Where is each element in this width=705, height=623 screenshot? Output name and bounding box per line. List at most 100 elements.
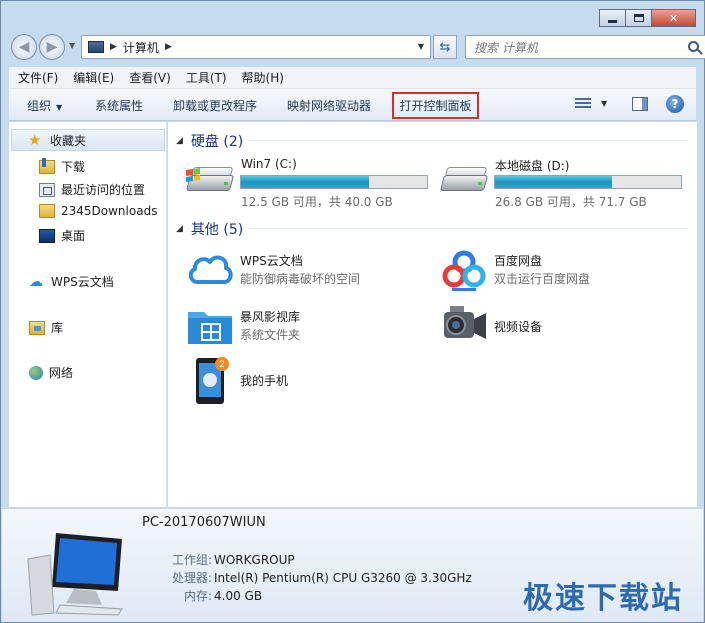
item-subtitle: 能防御病毒破坏的空间 <box>240 272 361 286</box>
map-network-drive-button[interactable]: 映射网络驱动器 <box>287 97 371 114</box>
collapse-triangle-icon: ◢ <box>176 136 183 146</box>
desktop-icon <box>39 228 55 243</box>
phone-badge: 2 <box>219 360 225 370</box>
details-pane: PC-20170607WIUN 工作组: WORKGROUP 处理器: Intel(… <box>2 508 703 622</box>
explorer-window: ✕ ◀ ▶ ▼ ▶ 计算机 ▶ ▼ ⇆ 搜索 计算机 文件(F) 编辑(E) 查… <box>0 0 705 623</box>
menu-view[interactable]: 查看(V) <box>120 69 177 86</box>
item-name: 百度网盘 <box>494 254 543 268</box>
menu-file[interactable]: 文件(F) <box>9 69 64 86</box>
drive-free-space: 12.5 GB 可用，共 40.0 GB <box>241 195 393 209</box>
sidebar-item-network[interactable]: 网络 <box>29 364 73 381</box>
computer-name: PC-20170607WIUN <box>142 515 266 530</box>
refresh-icon: ⇆ <box>439 39 451 55</box>
group-header-others[interactable]: ◢ 其他 (5) <box>176 219 243 239</box>
processor-row: 处理器: Intel(R) Pentium(R) CPU G3260 @ 3.30… <box>167 569 472 586</box>
sidebar-item-libraries[interactable]: 库 <box>29 319 63 336</box>
command-bar: 组织 ▼ 系统属性 卸载或更改程序 映射网络驱动器 打开控制面板 ▼ ? <box>9 89 696 121</box>
back-button[interactable]: ◀ <box>11 34 37 60</box>
group-header-label: 其他 (5) <box>190 222 244 238</box>
watermark-logo: 极速下载站 <box>523 581 683 616</box>
collapse-triangle-icon: ◢ <box>176 224 183 234</box>
group-header-hard-disks[interactable]: ◢ 硬盘 (2) <box>176 131 243 151</box>
breadcrumb-computer[interactable]: 计算机 <box>123 39 159 56</box>
drive-usage-bar <box>240 175 428 189</box>
item-my-phone[interactable]: 2 我的手机 <box>186 356 436 404</box>
drive-usage-bar <box>494 175 682 189</box>
organize-label: 组织 <box>27 99 52 113</box>
computer-icon <box>27 533 123 616</box>
sidebar-item-label: 下载 <box>61 160 86 174</box>
downloads-folder-icon <box>39 157 55 174</box>
recent-places-icon <box>39 182 55 197</box>
item-wps-cloud[interactable]: WPS云文档 能防御病毒破坏的空间 <box>186 246 436 294</box>
sidebar-item-recent-places[interactable]: 最近访问的位置 <box>39 181 145 198</box>
menu-bar: 文件(F) 编辑(E) 查看(V) 工具(T) 帮助(H) <box>9 67 696 89</box>
uninstall-program-button[interactable]: 卸载或更改程序 <box>173 97 257 114</box>
change-view-icon[interactable] <box>575 98 591 111</box>
open-control-panel-label: 打开控制面板 <box>399 99 472 113</box>
help-icon[interactable]: ? <box>666 95 684 113</box>
breadcrumb-chevron-icon[interactable]: ▶ <box>110 42 117 52</box>
item-baofeng-library[interactable]: 暴风影视库 系统文件夹 <box>186 302 436 350</box>
preview-pane-icon[interactable] <box>632 97 648 111</box>
menu-help[interactable]: 帮助(H) <box>233 69 290 86</box>
item-video-device[interactable]: 视频设备 <box>440 302 690 350</box>
network-icon <box>29 365 43 380</box>
wps-cloud-icon <box>188 255 233 284</box>
minimize-button[interactable] <box>599 9 626 27</box>
menu-tools[interactable]: 工具(T) <box>177 69 233 86</box>
baidu-netdisk-icon <box>442 250 486 291</box>
memory-label: 内存: <box>183 589 212 603</box>
content-pane: ◢ 硬盘 (2) Win7 (C:) 12.5 GB 可用，共 40.0 GB … <box>168 122 697 507</box>
item-subtitle: 系统文件夹 <box>240 328 301 342</box>
system-properties-button[interactable]: 系统属性 <box>95 97 143 114</box>
group-divider <box>248 140 688 141</box>
refresh-button[interactable]: ⇆ <box>433 35 457 59</box>
drive-name: Win7 (C:) <box>241 157 297 171</box>
workgroup-label: 工作组: <box>171 553 212 567</box>
close-button[interactable]: ✕ <box>651 9 696 27</box>
open-control-panel-button[interactable]: 打开控制面板 <box>392 92 479 119</box>
baofeng-folder-icon <box>188 312 232 344</box>
maximize-button[interactable] <box>625 9 652 27</box>
search-icon[interactable] <box>688 41 699 52</box>
drive-d[interactable]: 本地磁盘 (D:) 26.8 GB 可用，共 71.7 GB <box>439 157 690 209</box>
sidebar-item-wps-cloud[interactable]: ☁ WPS云文档 <box>29 273 114 290</box>
recent-pages-dropdown-icon[interactable]: ▼ <box>69 41 75 50</box>
workgroup-value: WORKGROUP <box>214 553 295 567</box>
close-icon: ✕ <box>668 11 679 25</box>
windows-logo-icon <box>186 168 200 182</box>
sidebar-item-label: 库 <box>51 321 64 335</box>
drive-c[interactable]: Win7 (C:) 12.5 GB 可用，共 40.0 GB <box>185 157 436 209</box>
forward-arrow-icon: ▶ <box>46 39 58 55</box>
folder-icon <box>39 204 55 218</box>
organize-button[interactable]: 组织 ▼ <box>27 97 62 114</box>
group-divider <box>248 228 688 229</box>
sidebar-item-downloads[interactable]: 下载 <box>39 157 86 175</box>
menu-edit[interactable]: 编辑(E) <box>64 69 120 86</box>
drive-usage-fill <box>495 176 613 188</box>
drive-name: 本地磁盘 (D:) <box>495 159 570 173</box>
caption-buttons: ✕ <box>599 9 696 27</box>
sidebar-item-favorites[interactable]: ★ 收藏夹 <box>11 129 165 151</box>
search-placeholder: 搜索 计算机 <box>474 40 538 55</box>
phone-icon: 2 <box>196 357 229 404</box>
item-name: WPS云文档 <box>240 254 303 268</box>
forward-button[interactable]: ▶ <box>39 34 65 60</box>
item-baidu-netdisk[interactable]: 百度网盘 双击运行百度网盘 <box>440 246 690 294</box>
view-dropdown-icon[interactable]: ▼ <box>601 99 607 108</box>
navigation-bar: ◀ ▶ ▼ ▶ 计算机 ▶ ▼ ⇆ 搜索 计算机 <box>9 33 705 61</box>
sidebar-item-label: 最近访问的位置 <box>61 183 146 197</box>
sidebar-item-desktop[interactable]: 桌面 <box>39 227 85 244</box>
sidebar-item-2345downloads[interactable]: 2345Downloads <box>39 204 157 218</box>
library-icon <box>29 320 45 335</box>
search-input[interactable]: 搜索 计算机 <box>465 35 705 59</box>
memory-value: 4.00 GB <box>214 589 263 603</box>
address-dropdown-icon[interactable]: ▼ <box>418 42 424 51</box>
address-bar[interactable]: ▶ 计算机 ▶ ▼ <box>81 35 431 59</box>
breadcrumb-chevron-icon[interactable]: ▶ <box>165 42 172 52</box>
drive-free-space: 26.8 GB 可用，共 71.7 GB <box>495 195 647 209</box>
navigation-pane: ★ 收藏夹 下载 最近访问的位置 2345Downloads 桌面 ☁ WPS云… <box>9 122 167 507</box>
minimize-icon <box>608 19 617 23</box>
sidebar-item-label: 桌面 <box>61 229 86 243</box>
